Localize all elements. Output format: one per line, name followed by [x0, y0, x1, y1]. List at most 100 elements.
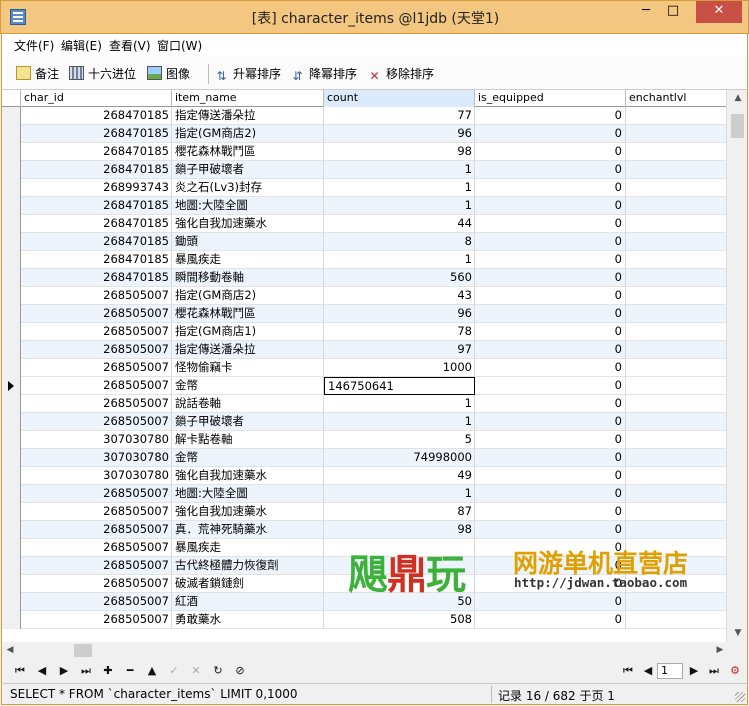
cell-is-equipped[interactable]: 0 — [475, 521, 626, 539]
cell-is-equipped[interactable]: 0 — [475, 611, 626, 629]
cell-item-name[interactable]: 指定傳送潘朵拉 — [172, 107, 324, 125]
table-row[interactable]: 268505007 指定(GM商店1) 78 0 — [2, 323, 732, 341]
cell-is-equipped[interactable]: 0 — [475, 395, 626, 413]
cell-count[interactable]: 87 — [324, 503, 475, 521]
row-indicator[interactable] — [2, 575, 21, 593]
cell-enchantlvl[interactable] — [626, 593, 732, 611]
vertical-scroll-thumb[interactable] — [731, 114, 744, 138]
scroll-down-icon[interactable]: ▼ — [727, 625, 747, 642]
cell-count[interactable]: 1000 — [324, 359, 475, 377]
cell-count[interactable]: 146750641 — [324, 377, 475, 395]
cell-item-name[interactable]: 破滅者鎖鏈劍 — [172, 575, 324, 593]
table-row[interactable]: 268505007 鎖子甲破壞者 1 0 — [2, 413, 732, 431]
cell-enchantlvl[interactable] — [626, 359, 732, 377]
cell-char-id[interactable]: 268470185 — [21, 143, 172, 161]
cell-item-name[interactable]: 強化自我加速藥水 — [172, 467, 324, 485]
cell-char-id[interactable]: 268505007 — [21, 485, 172, 503]
cell-enchantlvl[interactable] — [626, 143, 732, 161]
cell-count[interactable]: 1 — [324, 179, 475, 197]
cell-enchantlvl[interactable] — [626, 467, 732, 485]
cell-is-equipped[interactable]: 0 — [475, 161, 626, 179]
cell-item-name[interactable]: 指定(GM商店2) — [172, 125, 324, 143]
apply-icon[interactable]: ✓ — [166, 663, 182, 679]
row-indicator[interactable] — [2, 323, 21, 341]
cell-char-id[interactable]: 268470185 — [21, 161, 172, 179]
row-indicator[interactable] — [2, 449, 21, 467]
cell-count[interactable]: 1 — [324, 395, 475, 413]
cell-is-equipped[interactable]: 0 — [475, 179, 626, 197]
menu-view[interactable]: 查看(V) — [109, 37, 151, 54]
table-row[interactable]: 268505007 地圖:大陸全圖 1 0 — [2, 485, 732, 503]
cell-count[interactable]: 1 — [324, 251, 475, 269]
cell-item-name[interactable]: 解卡點卷軸 — [172, 431, 324, 449]
cell-is-equipped[interactable]: 0 — [475, 485, 626, 503]
cell-count[interactable]: 43 — [324, 287, 475, 305]
cell-enchantlvl[interactable] — [626, 233, 732, 251]
row-indicator[interactable] — [2, 593, 21, 611]
row-indicator[interactable] — [2, 215, 21, 233]
cell-is-equipped[interactable]: 0 — [475, 449, 626, 467]
cell-char-id[interactable]: 268470185 — [21, 251, 172, 269]
table-row[interactable]: 268470185 暴風疾走 1 0 — [2, 251, 732, 269]
cell-enchantlvl[interactable] — [626, 125, 732, 143]
row-indicator[interactable] — [2, 269, 21, 287]
table-row[interactable]: 268470185 指定傳送潘朵拉 77 0 — [2, 107, 732, 125]
cell-item-name[interactable]: 瞬間移動卷軸 — [172, 269, 324, 287]
table-row[interactable]: 268470185 地圖:大陸全圖 1 0 — [2, 197, 732, 215]
column-header-count[interactable]: count — [324, 90, 475, 107]
cell-is-equipped[interactable]: 0 — [475, 233, 626, 251]
cell-is-equipped[interactable]: 0 — [475, 143, 626, 161]
cell-enchantlvl[interactable] — [626, 161, 732, 179]
up-icon[interactable]: ▲ — [144, 663, 160, 679]
cell-is-equipped[interactable]: 0 — [475, 467, 626, 485]
cell-enchantlvl[interactable] — [626, 485, 732, 503]
cell-enchantlvl[interactable] — [626, 305, 732, 323]
cell-enchantlvl[interactable] — [626, 107, 732, 125]
prev-page-icon[interactable]: ◀ — [640, 663, 656, 679]
cell-item-name[interactable]: 說話卷軸 — [172, 395, 324, 413]
cell-char-id[interactable]: 307030780 — [21, 467, 172, 485]
cell-is-equipped[interactable]: 0 — [475, 377, 626, 395]
row-indicator[interactable] — [2, 359, 21, 377]
cell-is-equipped[interactable]: 0 — [475, 251, 626, 269]
cell-char-id[interactable]: 268505007 — [21, 287, 172, 305]
cell-char-id[interactable]: 307030780 — [21, 449, 172, 467]
cell-char-id[interactable]: 268505007 — [21, 413, 172, 431]
cell-item-name[interactable]: 櫻花森林戰鬥區 — [172, 305, 324, 323]
discard-icon[interactable]: ✕ — [188, 663, 204, 679]
cell-item-name[interactable]: 暴風疾走 — [172, 251, 324, 269]
cell-count[interactable]: 97 — [324, 341, 475, 359]
table-row[interactable]: 307030780 金幣 74998000 0 — [2, 449, 732, 467]
cell-char-id[interactable]: 268505007 — [21, 341, 172, 359]
cell-char-id[interactable]: 307030780 — [21, 431, 172, 449]
menu-file[interactable]: 文件(F) — [14, 37, 54, 54]
table-row[interactable]: 268505007 強化自我加速藥水 87 0 — [2, 503, 732, 521]
cell-count[interactable]: 96 — [324, 125, 475, 143]
stop-icon[interactable]: ⊘ — [232, 663, 248, 679]
cell-count[interactable]: 98 — [324, 143, 475, 161]
cell-count[interactable]: 98 — [324, 521, 475, 539]
table-row[interactable]: 268470185 鎖子甲破壞者 1 0 — [2, 161, 732, 179]
scroll-left-icon[interactable]: ◀ — [2, 642, 18, 659]
table-row[interactable]: 268505007 櫻花森林戰鬥區 96 0 — [2, 305, 732, 323]
cell-char-id[interactable]: 268470185 — [21, 107, 172, 125]
table-row[interactable]: 268993743 炎之石(Lv3)封存 1 0 — [2, 179, 732, 197]
cell-enchantlvl[interactable] — [626, 503, 732, 521]
add-record-icon[interactable]: ✚ — [100, 663, 116, 679]
cell-count[interactable]: 1 — [324, 161, 475, 179]
cell-is-equipped[interactable]: 0 — [475, 305, 626, 323]
table-row[interactable]: 268505007 怪物偷竊卡 1000 0 — [2, 359, 732, 377]
cell-char-id[interactable]: 268505007 — [21, 377, 172, 395]
cell-count[interactable]: 508 — [324, 611, 475, 629]
table-row[interactable]: 268505007 指定傳送潘朵拉 97 0 — [2, 341, 732, 359]
row-indicator[interactable] — [2, 305, 21, 323]
cell-is-equipped[interactable]: 0 — [475, 359, 626, 377]
cell-is-equipped[interactable]: 0 — [475, 125, 626, 143]
close-button[interactable]: ✕ — [696, 1, 742, 23]
image-button[interactable]: 图像 — [147, 65, 190, 83]
next-page-icon[interactable]: ▶ — [686, 663, 702, 679]
resize-grip-icon[interactable] — [735, 692, 745, 702]
cell-enchantlvl[interactable] — [626, 215, 732, 233]
delete-record-icon[interactable]: ━ — [122, 663, 138, 679]
cell-item-name[interactable]: 怪物偷竊卡 — [172, 359, 324, 377]
